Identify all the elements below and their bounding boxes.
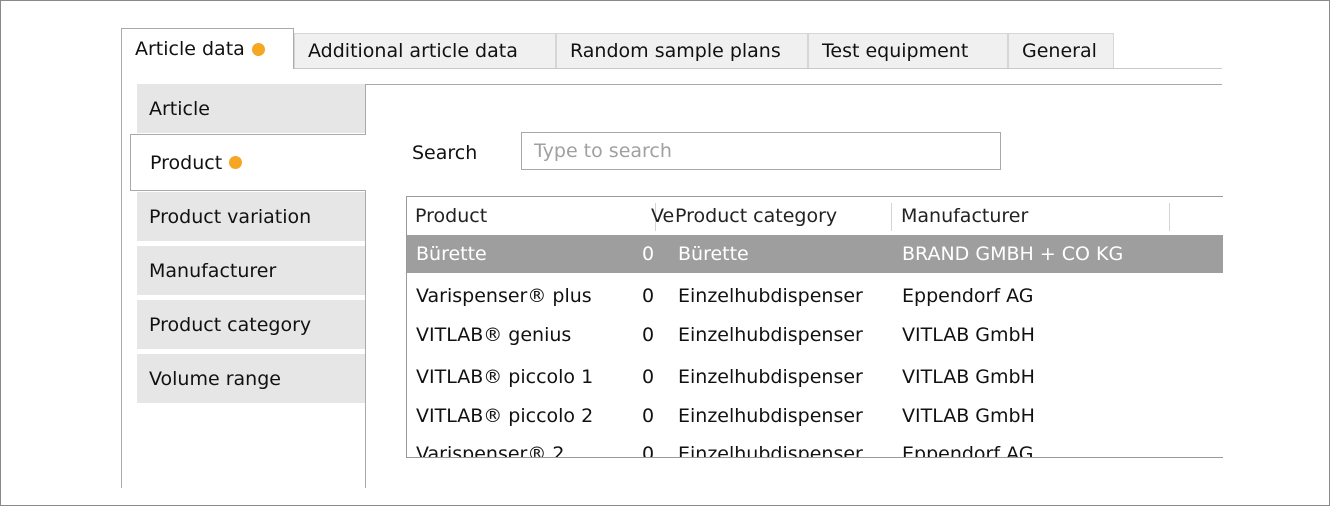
- cell-version: 0: [642, 243, 655, 265]
- cell-category: Einzelhubdispenser: [678, 366, 863, 388]
- column-header-product-category[interactable]: Product category: [669, 197, 891, 235]
- cell-manufacturer: Eppendorf AG: [902, 443, 1034, 458]
- table-row[interactable]: Varispenser® 2 0 Einzelhubdispenser Eppe…: [407, 435, 1223, 458]
- modified-dot-icon: [229, 156, 243, 169]
- cell-product: Bürette: [416, 243, 487, 265]
- cell-category: Einzelhubdispenser: [678, 405, 863, 427]
- subnav-item-product-variation[interactable]: Product variation: [137, 192, 365, 243]
- table-row[interactable]: VITLAB® piccolo 1 0 Einzelhubdispenser V…: [407, 358, 1223, 396]
- tab-random-sample-plans[interactable]: Random sample plans: [556, 33, 808, 68]
- table-row[interactable]: Varispenser® plus 0 Einzelhubdispenser E…: [407, 277, 1223, 315]
- cell-version: 0: [642, 366, 655, 388]
- table-row[interactable]: Bürette 0 Bürette BRAND GMBH + CO KG: [407, 235, 1223, 273]
- column-header-product[interactable]: Product: [407, 197, 655, 235]
- subnav-label: Product category: [149, 313, 312, 336]
- tab-article-data[interactable]: Article data: [121, 28, 294, 69]
- cell-product: Varispenser® 2: [416, 443, 565, 458]
- subnav-label: Article: [149, 97, 210, 120]
- cell-manufacturer: BRAND GMBH + CO KG: [902, 243, 1124, 265]
- cell-product: VITLAB® genius: [416, 324, 572, 346]
- cell-category: Einzelhubdispenser: [678, 285, 863, 307]
- subnav-item-product-category[interactable]: Product category: [137, 300, 365, 351]
- subnav-label: Product variation: [149, 205, 312, 228]
- cell-version: 0: [642, 443, 655, 458]
- column-divider[interactable]: [891, 203, 892, 231]
- table-row[interactable]: VITLAB® piccolo 2 0 Einzelhubdispenser V…: [407, 397, 1223, 435]
- search-label: Search: [412, 142, 478, 164]
- subnav-item-manufacturer[interactable]: Manufacturer: [137, 246, 365, 297]
- tab-label: Additional article data: [308, 40, 518, 62]
- column-divider[interactable]: [1169, 203, 1170, 231]
- cell-manufacturer: VITLAB GmbH: [902, 405, 1035, 427]
- subnav-label: Manufacturer: [149, 259, 277, 282]
- tab-additional-article-data[interactable]: Additional article data: [294, 33, 556, 68]
- tab-label: Random sample plans: [570, 40, 781, 62]
- cell-category: Bürette: [678, 243, 749, 265]
- content-border: [365, 84, 1222, 85]
- tab-label: Article data: [135, 38, 245, 60]
- search-input[interactable]: [521, 132, 1001, 170]
- table-row[interactable]: VITLAB® genius 0 Einzelhubdispenser VITL…: [407, 316, 1223, 354]
- modified-dot-icon: [251, 42, 265, 56]
- subnav-item-volume-range[interactable]: Volume range: [137, 354, 365, 405]
- cell-version: 0: [642, 324, 655, 346]
- cell-version: 0: [642, 405, 655, 427]
- subnav-item-product[interactable]: Product: [130, 134, 366, 191]
- cell-category: Einzelhubdispenser: [678, 443, 863, 458]
- subnav-label: Volume range: [149, 367, 281, 390]
- subnav-item-article[interactable]: Article: [137, 84, 365, 135]
- cell-manufacturer: VITLAB GmbH: [902, 366, 1035, 388]
- tab-label: Test equipment: [822, 40, 969, 62]
- cell-category: Einzelhubdispenser: [678, 324, 863, 346]
- subnav-label: Product: [150, 151, 223, 174]
- column-header-manufacturer[interactable]: Manufacturer: [893, 197, 1169, 235]
- cell-manufacturer: Eppendorf AG: [902, 285, 1034, 307]
- tab-general[interactable]: General: [1008, 33, 1114, 68]
- cell-product: VITLAB® piccolo 1: [416, 366, 594, 388]
- product-table: Product Ve Product category Manufacturer…: [406, 196, 1223, 458]
- table-header: Product Ve Product category Manufacturer: [407, 197, 1223, 235]
- cell-product: VITLAB® piccolo 2: [416, 405, 594, 427]
- cell-version: 0: [642, 285, 655, 307]
- cell-manufacturer: VITLAB GmbH: [902, 324, 1035, 346]
- cell-product: Varispenser® plus: [416, 285, 592, 307]
- tab-label: General: [1022, 40, 1097, 62]
- panel-border: [121, 68, 122, 488]
- tab-test-equipment[interactable]: Test equipment: [808, 33, 1008, 68]
